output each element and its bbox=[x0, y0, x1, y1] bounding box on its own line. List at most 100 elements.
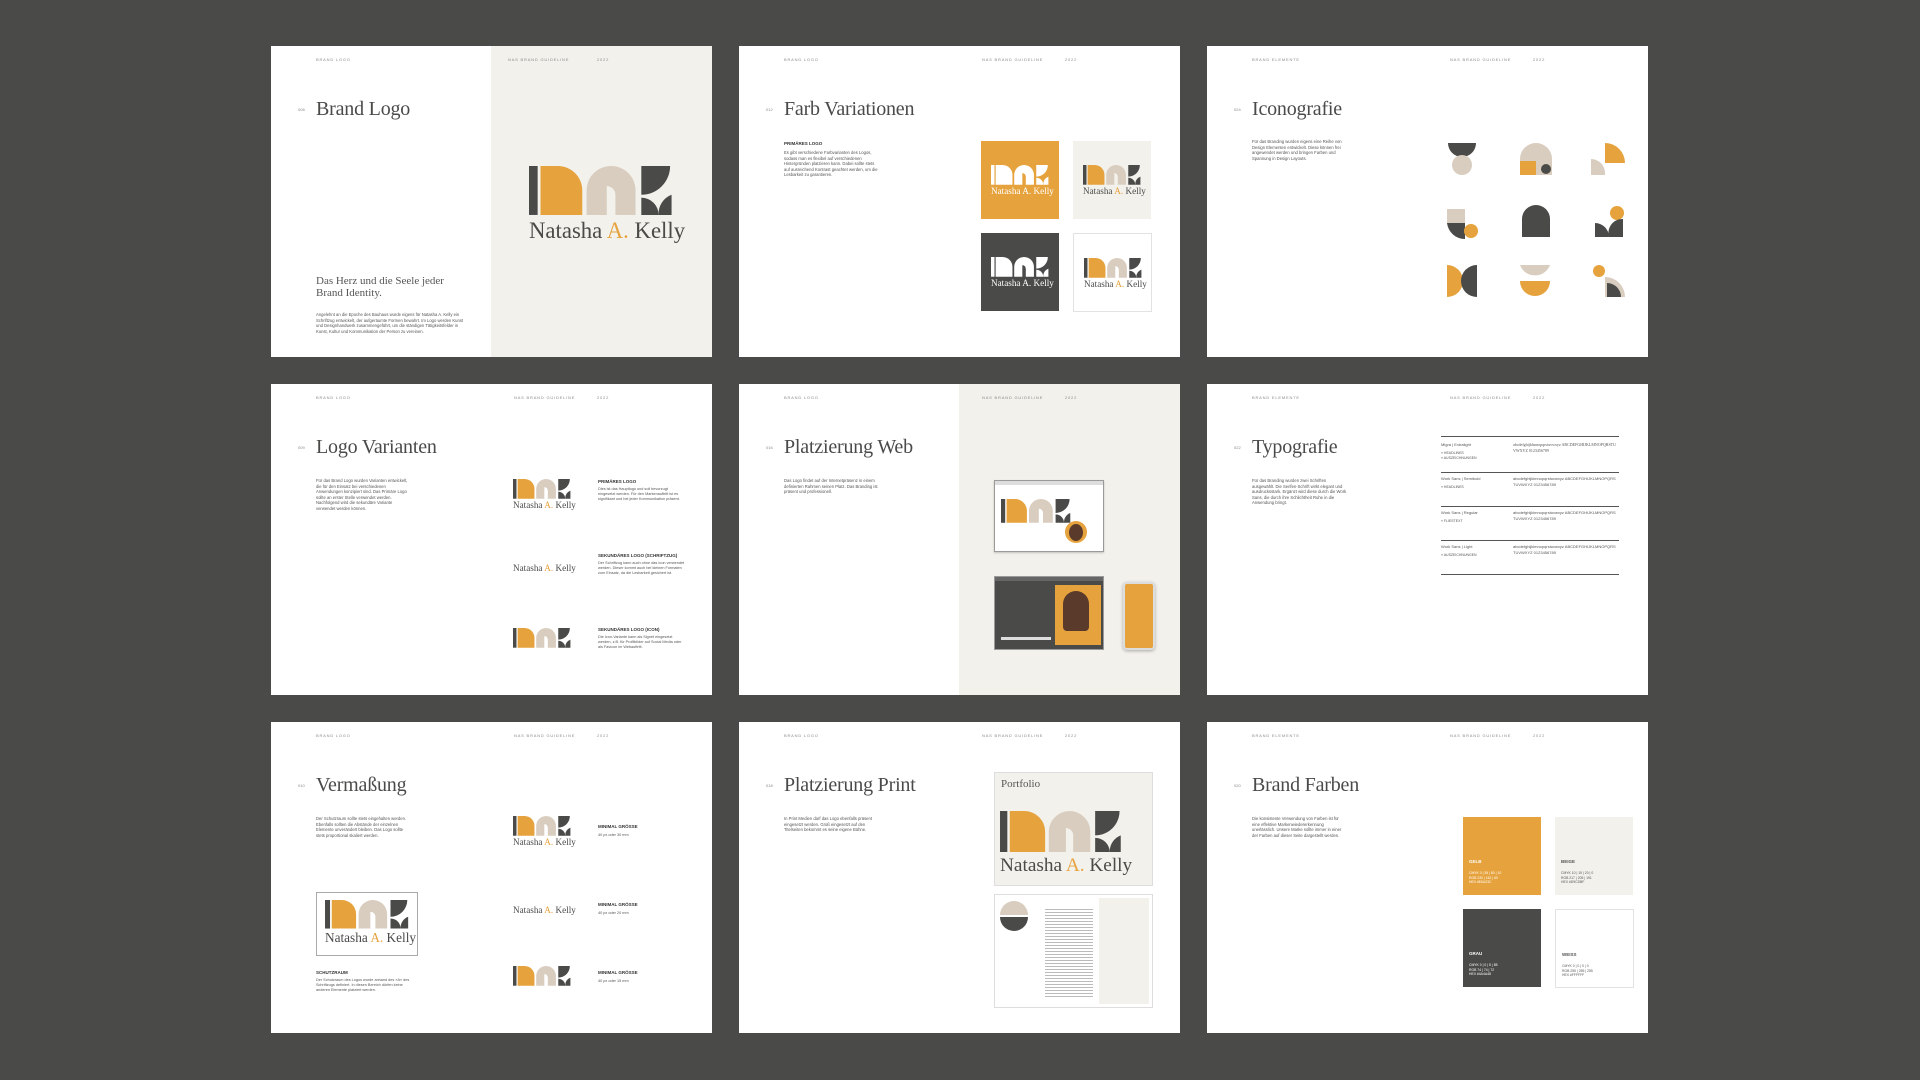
type-specimen-row: Work Sans | Semibold » HEADLINES abcdefghi… bbox=[1441, 474, 1619, 507]
logo-wordmark-text: Natasha A. Kelly bbox=[991, 186, 1054, 196]
font-usage: » AUSZEICHNUNGEN bbox=[1441, 553, 1477, 557]
logo-first-name: Natasha bbox=[1083, 185, 1115, 196]
page-header-guideline: NAS BRAND GUIDELINE bbox=[982, 57, 1044, 62]
min-size-label: MINIMAL GRÖßE bbox=[598, 970, 638, 975]
min-size-label: MINIMAL GRÖßE bbox=[598, 902, 638, 907]
page-body-text: Für das Branding wurden zwei Schriften a… bbox=[1252, 478, 1347, 505]
page-subtitle: Das Herz und die Seele jeder Brand Ident… bbox=[316, 275, 444, 299]
logo-initial: A. bbox=[1115, 278, 1125, 289]
logo-wordmark-text: Natasha A. Kelly bbox=[325, 930, 416, 946]
page-typografie: BRAND ELEMENTE NAS BRAND GUIDELINE 2022 … bbox=[1207, 384, 1648, 695]
primary-logo-label: PRIMÄRES LOGO bbox=[784, 141, 823, 146]
logo-mark bbox=[513, 628, 571, 648]
logo-first-name: Natasha bbox=[529, 217, 607, 243]
page-title: Farb Variationen bbox=[784, 98, 915, 120]
page-number: 022 bbox=[1234, 445, 1241, 450]
logo-wordmark-text: Natasha A. Kelly bbox=[513, 905, 576, 915]
logo-last-name: Kelly bbox=[1123, 185, 1146, 196]
page-brand-logo: BRAND LOGO NAS BRAND GUIDELINE 2022 008 … bbox=[271, 46, 712, 357]
quarter-circle-icon bbox=[1591, 143, 1625, 175]
font-name: Work Sans | Light bbox=[1441, 544, 1473, 549]
logo-first-name: Natasha bbox=[991, 277, 1023, 288]
page-title: Typografie bbox=[1252, 436, 1338, 458]
arch-dot-icon bbox=[1520, 143, 1552, 175]
logo-initial: A. bbox=[1065, 854, 1085, 876]
portfolio-cover: Portfolio Natasha A. Kelly bbox=[994, 772, 1153, 886]
logo-first-name: Natasha bbox=[325, 930, 371, 946]
type-specimen-row: Work Sans | Light » AUSZEICHNUNGEN abcdefg… bbox=[1441, 542, 1619, 575]
logo-mark bbox=[1084, 258, 1142, 278]
font-name: Migra | Extralight bbox=[1441, 442, 1471, 447]
page-body-text: Für das Branding wurden eigens eine Reih… bbox=[1252, 139, 1342, 161]
logo-tile-orange: Natasha A. Kelly bbox=[981, 141, 1059, 219]
logo-initial: A. bbox=[606, 217, 629, 243]
page-header-guideline: NAS BRAND GUIDELINE bbox=[982, 733, 1044, 738]
print-spread bbox=[994, 894, 1153, 1008]
quarter-dot-icon bbox=[1595, 206, 1624, 237]
swatch-name: GRAU bbox=[1469, 951, 1483, 956]
website-mockup-light bbox=[994, 480, 1104, 552]
logo-last-name: Kelly bbox=[1084, 854, 1133, 876]
page-header-guideline: NAS BRAND GUIDELINE bbox=[514, 395, 576, 400]
page-iconografie: BRAND ELEMENTE NAS BRAND GUIDELINE 2022 … bbox=[1207, 46, 1648, 357]
dot-arch-icon bbox=[1593, 265, 1625, 297]
page-body-text: Angelehnt an die Epoche des Bauhaus wurd… bbox=[316, 312, 464, 334]
swatch-spec: CMYK 0 | 0 | 0 | 0 RGB 255 | 255 | 255 H… bbox=[1562, 964, 1593, 977]
logo-mark bbox=[991, 165, 1049, 185]
page-title: Brand Logo bbox=[316, 98, 411, 120]
logo-first-name: Natasha bbox=[1000, 854, 1066, 876]
arch-dark-icon bbox=[1522, 205, 1550, 237]
page-header-year: 2022 bbox=[597, 57, 610, 62]
logo-wordmark-text: Natasha A. Kelly bbox=[991, 278, 1054, 288]
logo-initial: A. bbox=[370, 930, 384, 946]
portrait-avatar bbox=[1065, 521, 1087, 543]
semicircle-stack-icon bbox=[1448, 143, 1476, 175]
logo-initial: A. bbox=[1022, 185, 1032, 196]
logo-wordmark-text: Natasha A. Kelly bbox=[529, 218, 685, 244]
page-header-section: BRAND LOGO bbox=[784, 733, 819, 738]
logo-last-name: Kelly bbox=[1124, 278, 1147, 289]
logo-last-name: Kelly bbox=[553, 499, 576, 510]
page-body-text: Das Logo findet auf der Internetpräsenz … bbox=[784, 478, 878, 494]
page-number: 008 bbox=[298, 107, 305, 112]
logo-last-name: Kelly bbox=[553, 563, 576, 573]
logo-last-name: Kelly bbox=[1031, 185, 1054, 196]
min-size-value: 40 px oder 20 mm bbox=[598, 911, 629, 915]
clearspace-label: SCHUTZRAUM bbox=[316, 970, 348, 975]
page-header-section: BRAND ELEMENTE bbox=[1252, 395, 1300, 400]
logo-last-name: Kelly bbox=[1031, 277, 1054, 288]
swatch-spec: CMYK 0 | 35 | 80 | 10 RGB 230 | 162 | 60… bbox=[1469, 871, 1502, 884]
logo-mark bbox=[513, 479, 571, 499]
bowl-icon bbox=[1520, 265, 1550, 296]
logo-last-name: Kelly bbox=[383, 930, 417, 946]
page-number: 018 bbox=[766, 783, 773, 788]
page-title: Vermaßung bbox=[316, 774, 407, 796]
min-size-value: 40 px oder 15 mm bbox=[598, 979, 629, 983]
portfolio-title: Portfolio bbox=[1001, 778, 1041, 790]
page-header-section: BRAND LOGO bbox=[784, 57, 819, 62]
font-usage: » FLIESTEXT bbox=[1441, 519, 1463, 523]
logo-first-name: Natasha bbox=[513, 905, 545, 915]
variant-icon-label: SEKUNDÄRES LOGO (ICON) bbox=[598, 627, 660, 632]
logo-initial: A. bbox=[544, 499, 554, 510]
swatch-name: GELB bbox=[1469, 859, 1482, 864]
page-header-year: 2022 bbox=[597, 395, 610, 400]
page-body-text: Die konsistente Verwendung von Farben is… bbox=[1252, 816, 1342, 838]
page-header-section: BRAND ELEMENTE bbox=[1252, 57, 1300, 62]
logo-first-name: Natasha bbox=[991, 185, 1023, 196]
page-title: Logo Varianten bbox=[316, 436, 437, 458]
font-name: Work Sans | Regular bbox=[1441, 510, 1478, 515]
clearspace-text: Der Schutzraum des Logos wurde anhand de… bbox=[316, 978, 410, 992]
page-farb-variationen: BRAND LOGO NAS BRAND GUIDELINE 2022 012 … bbox=[739, 46, 1180, 357]
page-title: Platzierung Print bbox=[784, 774, 916, 796]
font-sample: abcdefghijklmnopqrstuvwxyz ABCDEFGHIJKLM… bbox=[1513, 476, 1616, 487]
logo-mark bbox=[1083, 165, 1141, 185]
logo-first-name: Natasha bbox=[513, 836, 545, 847]
page-header-year: 2022 bbox=[1533, 57, 1546, 62]
variant-wordmark-text: Der Schriftzug kann auch ohne das Icon v… bbox=[598, 561, 685, 575]
font-usage: » AUSZEICHNUNGEN bbox=[1441, 456, 1477, 460]
website-mockup-dark bbox=[994, 576, 1104, 650]
variant-primary-label: PRIMÄRES LOGO bbox=[598, 479, 637, 484]
logo-last-name: Kelly bbox=[628, 217, 686, 243]
page-brand-farben: BRAND ELEMENTE NAS BRAND GUIDELINE 2022 … bbox=[1207, 722, 1648, 1033]
